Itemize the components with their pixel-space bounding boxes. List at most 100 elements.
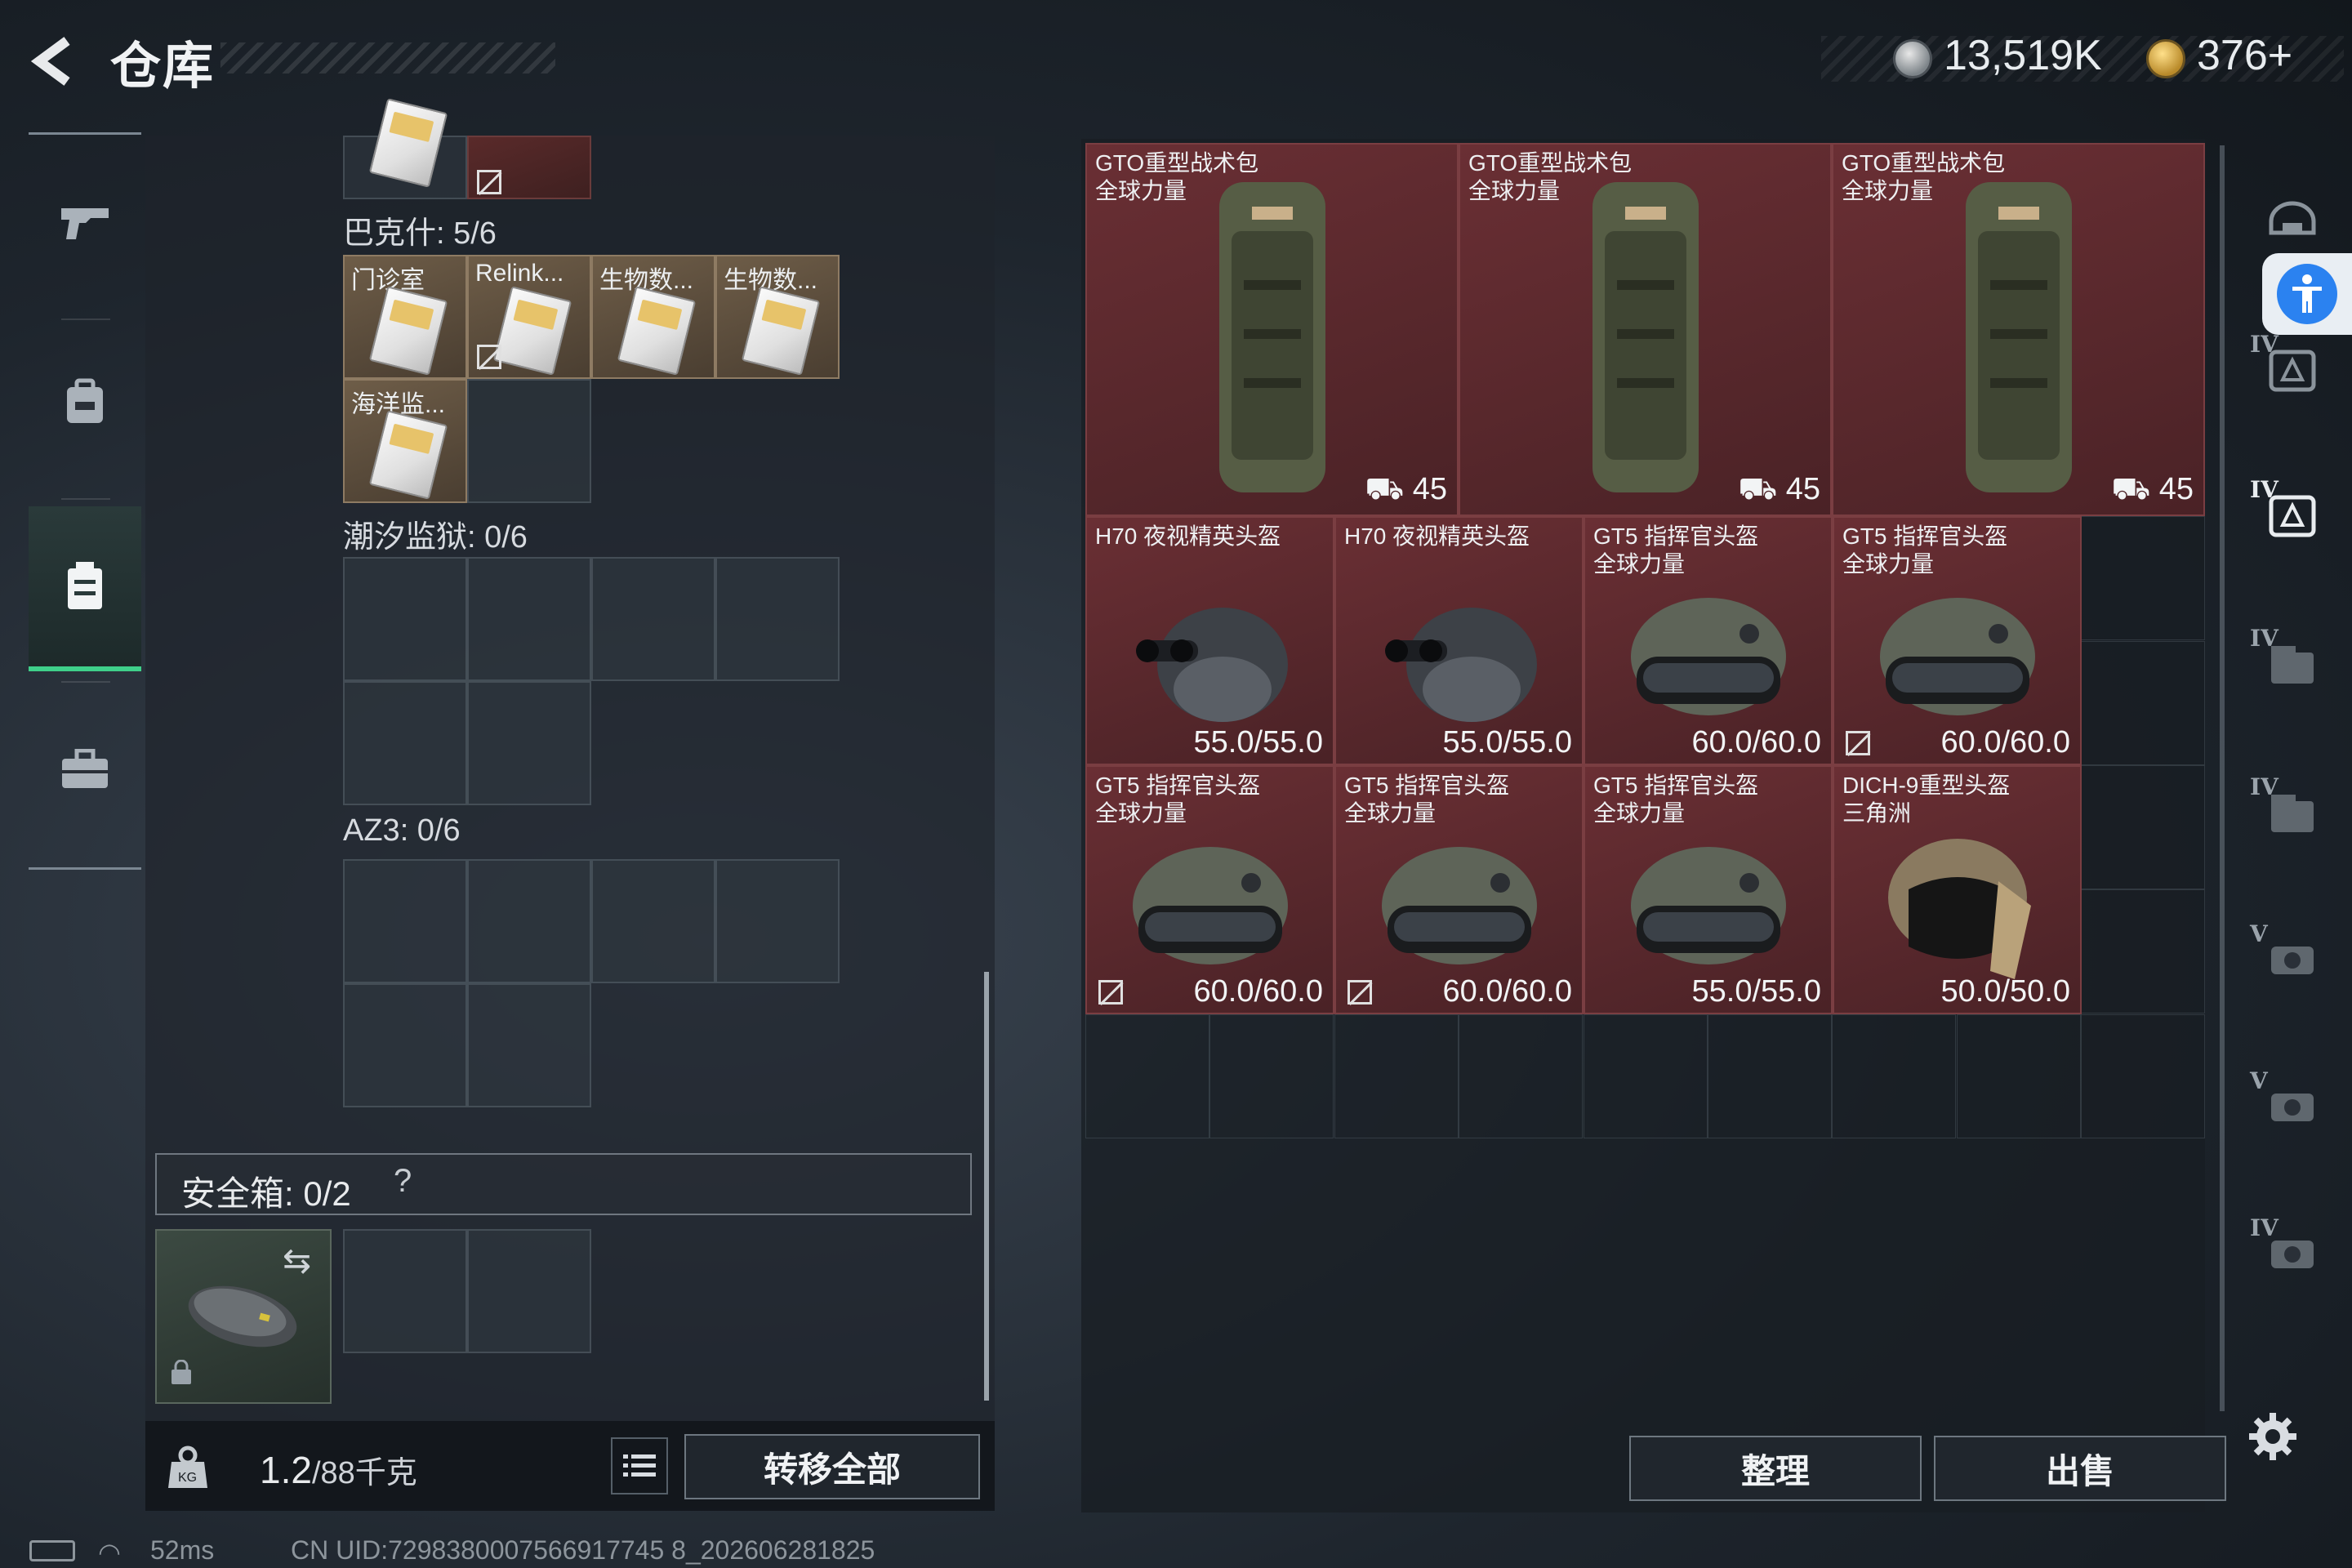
inventory-empty-slot[interactable] xyxy=(467,681,591,805)
durability-value: 60.0/60.0 xyxy=(1442,974,1572,1009)
backpack-item[interactable]: GTO重型战术包 全球力量 ⛟ 45 xyxy=(1085,143,1459,516)
inventory-item-slot[interactable]: 生物数... xyxy=(715,255,840,379)
nav-item-storage[interactable] xyxy=(29,506,141,671)
helmet-item[interactable]: GT5 指挥官头盔 全球力量 60.0/60.0 xyxy=(1334,765,1584,1014)
inventory-empty-slot[interactable] xyxy=(343,557,467,681)
capacity-value: 45 xyxy=(1785,472,1820,506)
equipment-grid-cell[interactable] xyxy=(1583,1013,1708,1138)
helmet-item[interactable]: GT5 指挥官头盔 全球力量 60.0/60.0 xyxy=(1833,516,2082,765)
weight-readout: 1.2/88千克 xyxy=(260,1447,417,1492)
rail-tab-case-2[interactable]: IV xyxy=(2250,773,2332,847)
helmet-item[interactable]: GT5 指挥官头盔 全球力量 55.0/55.0 xyxy=(1584,765,1833,1014)
currency-gold-amount[interactable]: 376+ xyxy=(2197,31,2292,80)
equipment-grid-cell[interactable] xyxy=(2081,889,2206,1014)
item-name: DICH-9重型头盔 三角洲 xyxy=(1842,772,2010,827)
status-bar: ◠ 52ms CN UID:7298380007566917745 8_2026… xyxy=(0,1535,2352,1568)
inventory-cell[interactable] xyxy=(467,136,591,199)
equipment-grid-cell[interactable] xyxy=(1956,1013,2081,1138)
help-icon[interactable]: ? xyxy=(394,1163,426,1204)
equipment-grid-cell[interactable] xyxy=(1209,1013,1334,1138)
sell-button[interactable]: 出售 xyxy=(1934,1436,2226,1501)
inventory-item-slot[interactable]: Relink... xyxy=(467,255,591,379)
back-arrow-icon[interactable] xyxy=(24,33,82,90)
list-view-button[interactable] xyxy=(611,1437,668,1494)
settings-gear-icon[interactable] xyxy=(2247,1411,2298,1462)
rail-tab-helmet[interactable] xyxy=(2250,184,2332,257)
equipment-panel: GTO重型战术包 全球力量 ⛟ 45 GTO重型战术包 全球力量 ⛟ 45 GTO重… xyxy=(1081,139,2226,1512)
inventory-item-slot[interactable]: 门诊室 xyxy=(343,255,467,379)
inventory-empty-slot[interactable] xyxy=(467,379,591,503)
rail-tab-armor-2[interactable]: IV xyxy=(2250,476,2332,550)
equipment-grid-cell[interactable] xyxy=(1459,1013,1584,1138)
list-icon xyxy=(623,1454,656,1477)
weight-max: /88千克 xyxy=(311,1456,417,1490)
no-share-icon xyxy=(477,170,501,194)
rail-tab-case-1[interactable]: IV xyxy=(2250,625,2332,698)
document-item-icon xyxy=(492,286,572,376)
inventory-cell[interactable] xyxy=(343,98,467,199)
transfer-all-button[interactable]: 转移全部 xyxy=(684,1434,980,1499)
rail-tab-gear-1[interactable]: V xyxy=(2250,920,2332,994)
inventory-empty-slot[interactable] xyxy=(715,557,840,681)
helmet-item[interactable]: H70 夜视精英头盔 55.0/55.0 xyxy=(1085,516,1334,765)
commander-helmet-icon xyxy=(1132,846,1288,964)
sort-button[interactable]: 整理 xyxy=(1629,1436,1922,1501)
equipment-grid-cell[interactable] xyxy=(1334,1013,1459,1138)
center-scrollbar[interactable] xyxy=(984,972,989,1401)
inventory-empty-slot[interactable] xyxy=(591,859,715,983)
rail-tab-gear-2[interactable]: V xyxy=(2250,1067,2332,1141)
inventory-empty-slot[interactable] xyxy=(343,983,467,1107)
commander-helmet-icon xyxy=(1630,846,1786,964)
inventory-empty-slot[interactable] xyxy=(467,983,591,1107)
inventory-empty-slot[interactable] xyxy=(715,859,840,983)
equipment-grid-cell[interactable] xyxy=(2081,640,2206,765)
weight-icon: KG xyxy=(168,1446,207,1488)
safebox-empty-slot[interactable] xyxy=(467,1229,591,1353)
inventory-item-slot[interactable]: 海洋监... xyxy=(343,379,467,503)
title-stripe xyxy=(220,42,555,74)
safebox-container-slot[interactable]: ⇆ xyxy=(155,1229,332,1404)
case-icon xyxy=(2271,795,2314,832)
equipment-grid-cell[interactable] xyxy=(1085,1013,1209,1138)
equipment-grid-cell[interactable] xyxy=(2081,765,2206,889)
backpack-item[interactable]: GTO重型战术包 全球力量 ⛟ 45 xyxy=(1459,143,1832,516)
inventory-empty-slot[interactable] xyxy=(343,859,467,983)
inventory-empty-slot[interactable] xyxy=(467,859,591,983)
nav-item-equipment[interactable] xyxy=(29,320,141,483)
helmet-item[interactable]: H70 夜视精英头盔 55.0/55.0 xyxy=(1334,516,1584,765)
battery-icon xyxy=(29,1540,75,1561)
equipment-grid-cell[interactable] xyxy=(1708,1013,1832,1138)
capacity-icon: ⛟ xyxy=(1738,472,1786,506)
inventory-item-slot[interactable]: 生物数... xyxy=(591,255,715,379)
capacity-value: 45 xyxy=(2158,472,2194,506)
gun-icon xyxy=(61,208,109,239)
accessibility-button[interactable] xyxy=(2262,253,2352,335)
safebox-header: 安全箱: 0/2 ? xyxy=(155,1153,972,1215)
rail-tab-armor-1[interactable]: IV xyxy=(2250,331,2332,404)
rail-tab-gear-3[interactable]: IV xyxy=(2250,1214,2332,1288)
night-vision-helmet-icon xyxy=(1384,607,1537,722)
helmet-item[interactable]: DICH-9重型头盔 三角洲 50.0/50.0 xyxy=(1833,765,2082,1014)
equipment-grid-cell[interactable] xyxy=(2081,516,2206,641)
capacity-readout: ⛟ 45 xyxy=(2111,472,2194,511)
item-name: GT5 指挥官头盔 全球力量 xyxy=(1344,772,1509,827)
capacity-readout: ⛟ 45 xyxy=(1365,472,1447,511)
helmet-icon xyxy=(2269,201,2316,235)
equipment-grid-cell[interactable] xyxy=(2081,1013,2206,1138)
safebox-empty-slot[interactable] xyxy=(343,1229,467,1353)
nav-item-weapon[interactable] xyxy=(29,140,141,304)
inventory-empty-slot[interactable] xyxy=(467,557,591,681)
item-name: GT5 指挥官头盔 全球力量 xyxy=(1593,772,1758,827)
commander-helmet-icon xyxy=(1879,597,2035,715)
backpack-item[interactable]: GTO重型战术包 全球力量 ⛟ 45 xyxy=(1832,143,2205,516)
nav-sep xyxy=(61,498,110,500)
inventory-empty-slot[interactable] xyxy=(343,681,467,805)
lock-icon xyxy=(172,1360,191,1384)
commander-helmet-icon xyxy=(1381,846,1537,964)
nav-item-case[interactable] xyxy=(29,688,141,851)
inventory-empty-slot[interactable] xyxy=(591,557,715,681)
equipment-grid-cell[interactable] xyxy=(1832,1013,1957,1138)
item-name-line2: 全球力量 xyxy=(1095,800,1187,826)
helmet-item[interactable]: GT5 指挥官头盔 全球力量 60.0/60.0 xyxy=(1584,516,1833,765)
helmet-item[interactable]: GT5 指挥官头盔 全球力量 60.0/60.0 xyxy=(1085,765,1334,1014)
